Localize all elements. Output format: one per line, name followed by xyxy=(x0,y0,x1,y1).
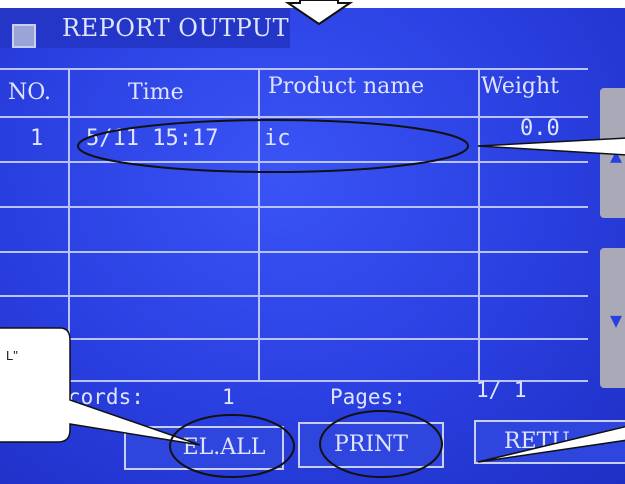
right-callout-bubble xyxy=(477,137,625,156)
top-down-arrow-icon xyxy=(284,0,354,26)
annotation-overlay xyxy=(0,0,625,478)
row-highlight-ellipse xyxy=(77,119,469,173)
print-callout-pointer xyxy=(477,425,625,463)
del-all-highlight-ellipse xyxy=(169,414,295,478)
print-highlight-ellipse xyxy=(319,410,443,478)
left-callout-text: L" xyxy=(6,348,18,363)
left-callout-bubble xyxy=(0,327,201,446)
